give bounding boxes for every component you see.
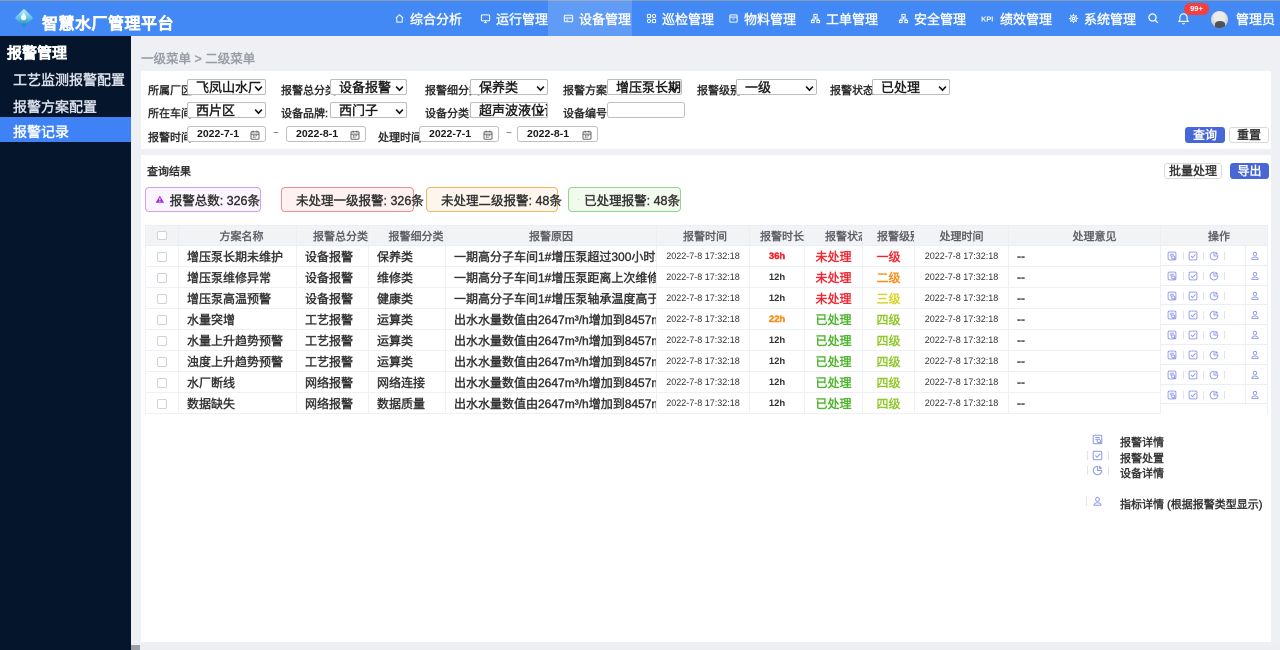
svg-text:KPI: KPI — [981, 14, 993, 23]
